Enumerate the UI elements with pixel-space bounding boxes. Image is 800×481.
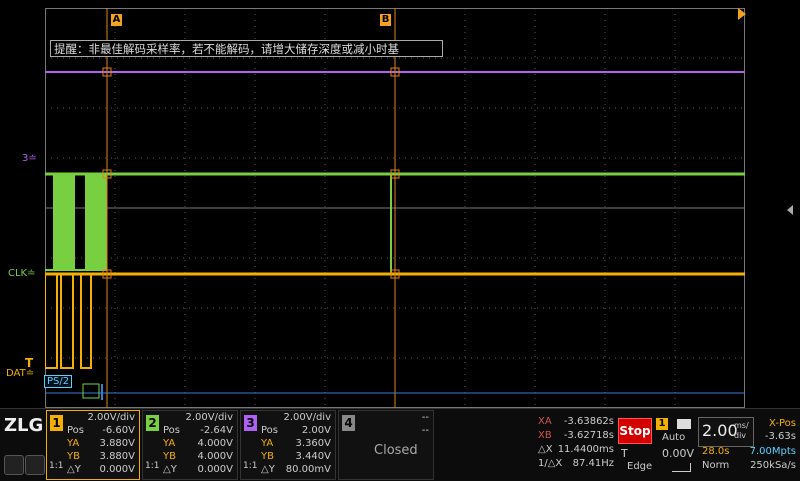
cursor-b-marker[interactable]: B	[380, 14, 391, 26]
graticule	[45, 8, 745, 408]
trigger-position-icon	[738, 8, 746, 20]
ch4-info-box[interactable]: 4 -- -- Closed	[338, 410, 434, 480]
side-menu-arrow-icon[interactable]	[787, 205, 793, 215]
ch2-info-box[interactable]: 2 2.00V/div Pos -2.64V YA 4.000V YB 4.000V …	[142, 410, 238, 480]
ch2-pos-label: Pos	[163, 425, 181, 436]
timebase-value: 2.00	[702, 421, 738, 440]
ch2-yb-label: YB	[163, 451, 176, 462]
ch4-number: 4	[342, 415, 355, 431]
xpos-value[interactable]: -3.63s	[756, 431, 796, 442]
timebase-unit-top: ms/	[734, 421, 749, 430]
ch3-vdiv: 2.00V/div	[283, 412, 331, 423]
ch3-label[interactable]: 3≐	[22, 153, 37, 165]
ch3-yb: 3.440V	[295, 451, 331, 462]
xa-label: XA	[538, 416, 552, 427]
trigger-edge-label: Edge	[627, 461, 653, 472]
protocol-label[interactable]: PS/2	[44, 375, 73, 388]
cursor-a-marker[interactable]: A	[111, 14, 122, 26]
ch3-info-box[interactable]: 3 2.00V/div Pos 2.00V YA 3.360V YB 3.440V △…	[240, 410, 336, 480]
xpos-label: X-Pos	[769, 418, 796, 429]
run-stop-button[interactable]: Stop	[618, 418, 652, 444]
xa-value: -3.63862s	[563, 416, 614, 427]
time-span: 28.0s	[702, 446, 730, 457]
clk-label[interactable]: CLK≐	[8, 268, 36, 280]
trigger-type-label: T	[621, 447, 628, 460]
trigger-mode[interactable]: Auto	[662, 432, 685, 443]
ch2-vdiv: 2.00V/div	[185, 412, 233, 423]
ch3-dy: 80.00mV	[285, 464, 331, 475]
memory-depth: 7.00Mpts	[749, 446, 796, 457]
ch2-ya-label: YA	[163, 438, 176, 449]
xb-value: -3.62718s	[563, 430, 614, 441]
ch2-number: 2	[146, 415, 159, 431]
rising-edge-icon	[672, 463, 691, 472]
acquisition-mode[interactable]: Norm	[702, 460, 729, 471]
screenshot-icon[interactable]	[25, 455, 45, 475]
ch2-dy: 0.000V	[197, 464, 233, 475]
ch1-ya: 3.880V	[99, 438, 135, 449]
ch4-closed-status: Closed	[374, 443, 418, 458]
ch1-pos-label: Pos	[67, 425, 85, 436]
dx-value: 11.4400ms	[557, 444, 614, 455]
ch1-dy: 0.000V	[99, 464, 135, 475]
ch2-ya: 4.000V	[197, 438, 233, 449]
ch1-pos: -6.60V	[102, 425, 135, 436]
sample-rate: 250kSa/s	[750, 460, 796, 471]
ch1-yb: 3.880V	[99, 451, 135, 462]
trigger-level: 0.00V	[661, 447, 694, 460]
zlg-logo: ZLG	[4, 415, 44, 436]
ch1-number: 1	[50, 415, 63, 431]
ch3-dy-label: △Y	[261, 464, 275, 475]
ch3-ya: 3.360V	[295, 438, 331, 449]
trigger-source[interactable]: 1	[656, 418, 668, 430]
ch2-yb: 4.000V	[197, 451, 233, 462]
dx-label: △X	[538, 444, 553, 455]
touch-icon[interactable]	[4, 455, 24, 475]
inv-dx-value: 87.41Hz	[572, 458, 614, 469]
ch1-yb-label: YB	[67, 451, 80, 462]
ch3-ya-label: YA	[261, 438, 274, 449]
ch1-info-box[interactable]: 1 2.00V/div Pos -6.60V YA 3.880V YB 3.880V …	[46, 410, 140, 480]
ch3-yb-label: YB	[261, 451, 274, 462]
xb-label: XB	[538, 430, 552, 441]
ch3-probe-ratio: 1:1	[243, 461, 258, 471]
trigger-coupling-icon	[677, 419, 691, 429]
ch1-vdiv: 2.00V/div	[87, 412, 135, 423]
ch3-pos-label: Pos	[261, 425, 279, 436]
waveform-display[interactable]: A B 提醒：非最佳解码采样率，若不能解码，请增大储存深度或减小时基 3≐ CL…	[0, 0, 800, 408]
ch2-pos: -2.64V	[200, 425, 233, 436]
ch2-dy-label: △Y	[163, 464, 177, 475]
ch1-ya-label: YA	[67, 438, 80, 449]
inv-dx-label: 1/△X	[538, 458, 563, 469]
decode-hint-message: 提醒：非最佳解码采样率，若不能解码，请增大储存深度或减小时基	[50, 40, 443, 57]
timebase-box[interactable]: 2.00 ms/ div	[698, 417, 754, 447]
ch4-pos: --	[421, 425, 429, 436]
ch4-vdiv: --	[421, 412, 429, 423]
ch3-number: 3	[244, 415, 257, 431]
cursor-readout: XA -3.63862s XB -3.62718s △X 11.4400ms 1/△X…	[536, 414, 614, 476]
timebase-unit-bottom: div	[734, 431, 747, 440]
trigger-level-icon: T	[25, 356, 34, 370]
ch3-pos: 2.00V	[301, 425, 331, 436]
ch1-dy-label: △Y	[67, 464, 81, 475]
ch2-probe-ratio: 1:1	[145, 461, 160, 471]
ch1-probe-ratio: 1:1	[49, 461, 64, 471]
